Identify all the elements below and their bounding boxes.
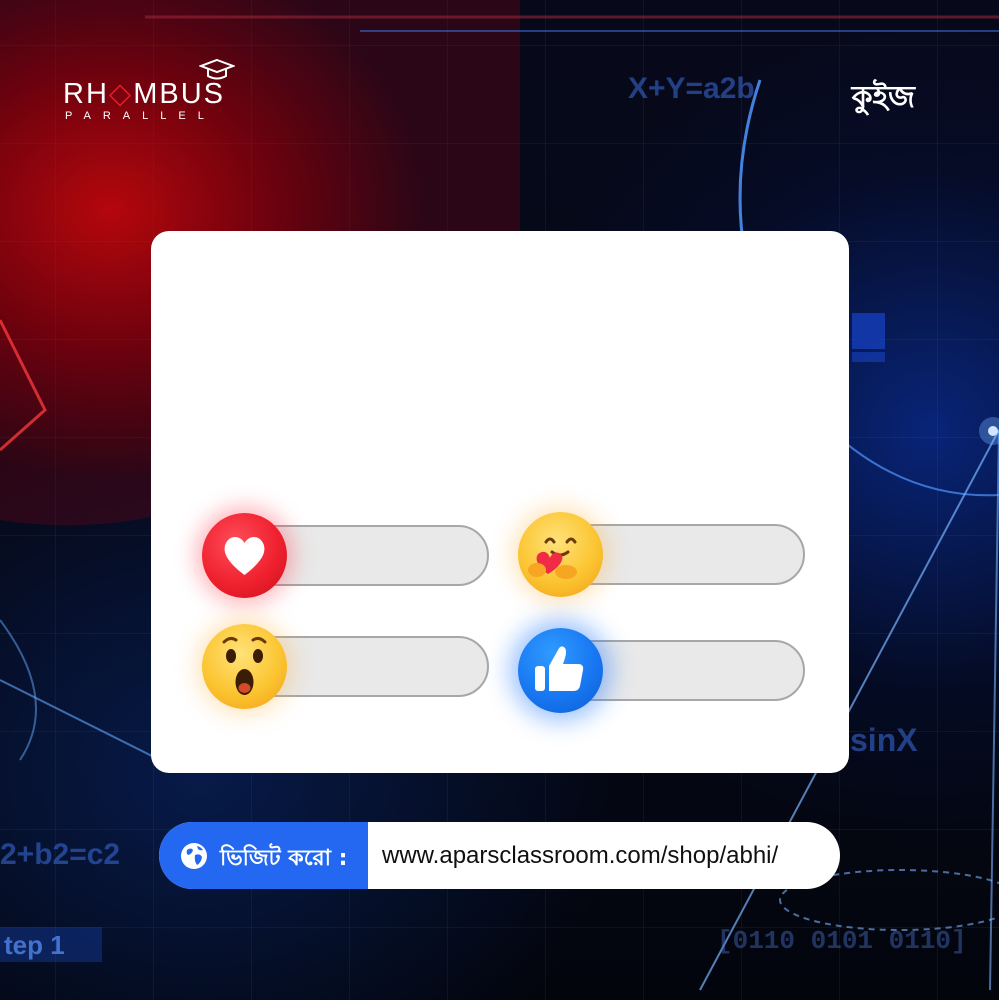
wow-reaction-icon[interactable]	[202, 624, 287, 709]
visit-label: ভিজিট করো :	[220, 846, 348, 871]
brand-name-start: RH	[63, 78, 109, 110]
love-reaction-icon[interactable]	[202, 513, 287, 598]
rhombus-diamond-icon: ◇	[108, 78, 134, 110]
brand-name-end: MBUS	[133, 78, 225, 110]
brand-name: RH◇MBUS	[63, 76, 225, 111]
visit-label-block: ভিজিট করো :	[159, 822, 368, 889]
brand-tagline: PARALLEL	[65, 110, 216, 122]
website-link[interactable]: www.aparsclassroom.com/shop/abhi/	[382, 842, 778, 870]
globe-icon	[181, 843, 207, 869]
bg-formula-left: 2+b2=c2	[0, 838, 121, 871]
care-reaction-icon[interactable]	[518, 512, 603, 597]
reaction-option-care[interactable]	[518, 512, 808, 597]
bg-binary: [0110 0101 0110]	[717, 926, 967, 956]
reaction-option-like[interactable]	[518, 628, 808, 713]
bg-formula-top: X+Y=a2b	[628, 72, 755, 105]
like-reaction-icon[interactable]	[518, 628, 603, 713]
visit-website-bar[interactable]: ভিজিট করো : www.aparsclassroom.com/shop/…	[159, 822, 840, 889]
reaction-option-love[interactable]	[202, 513, 492, 598]
bg-step-label: tep 1	[4, 930, 65, 960]
brand-logo: RH◇MBUS PARALLEL	[63, 58, 238, 124]
surprised-face-icon	[222, 636, 267, 695]
bg-formula-right: sinX	[850, 722, 918, 758]
thumbs-up-icon	[535, 646, 584, 691]
reaction-option-wow[interactable]	[202, 624, 492, 709]
quiz-title: কুইজ	[851, 80, 915, 115]
hug-face-icon	[528, 537, 577, 579]
heart-icon	[224, 537, 265, 575]
poster-background: X+Y=a2b 2+b2=c2 sinX tep 1 [0110 0101 01…	[0, 0, 999, 1000]
